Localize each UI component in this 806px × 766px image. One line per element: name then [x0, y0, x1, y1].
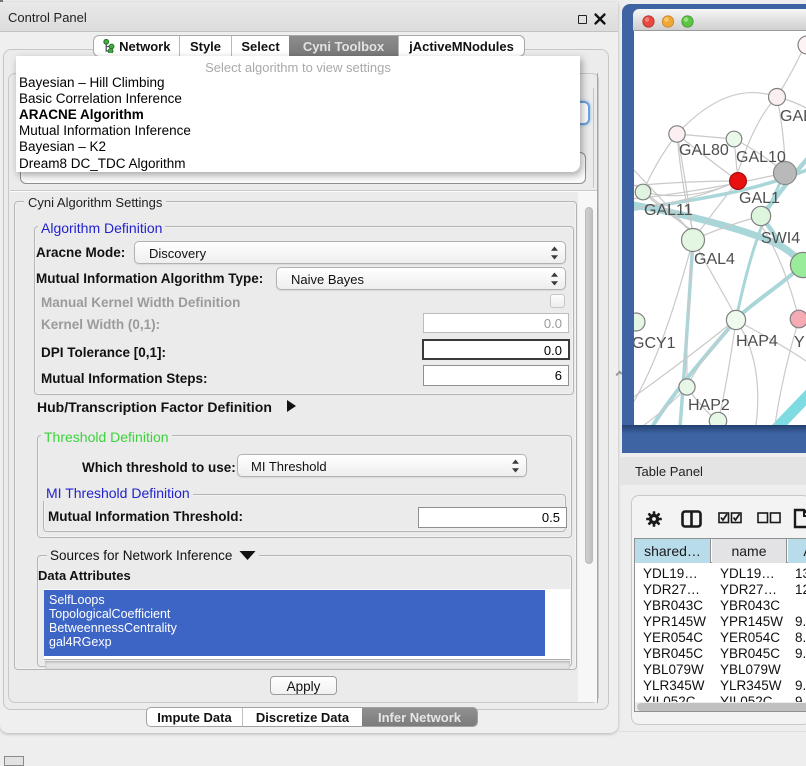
- svg-text:GAL4: GAL4: [694, 251, 735, 268]
- svg-text:Y: Y: [794, 334, 805, 351]
- svg-text:SWI4: SWI4: [761, 230, 800, 247]
- svg-text:GAL80: GAL80: [679, 142, 729, 159]
- svg-text:GCY1: GCY1: [634, 335, 676, 352]
- svg-text:HAP4: HAP4: [736, 333, 778, 350]
- svg-text:GAL1: GAL1: [739, 190, 780, 207]
- svg-text:GAL: GAL: [780, 108, 806, 125]
- svg-text:GAL10: GAL10: [736, 149, 786, 166]
- svg-text:GAL11: GAL11: [644, 202, 693, 219]
- svg-text:HAP2: HAP2: [688, 397, 730, 414]
